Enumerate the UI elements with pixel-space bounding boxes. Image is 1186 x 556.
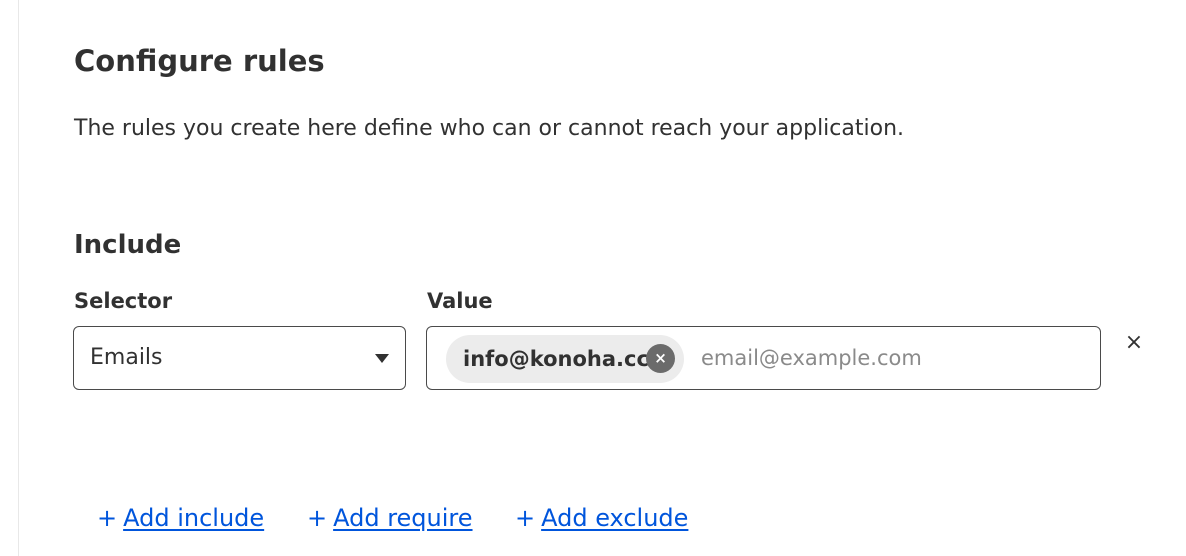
plus-icon: + <box>307 504 328 532</box>
page-title: Configure rules <box>74 44 325 78</box>
add-include-link[interactable]: + Add include <box>97 504 264 532</box>
add-include-label: Add include <box>123 504 265 532</box>
selector-label: Selector <box>74 289 173 313</box>
plus-icon: + <box>97 504 118 532</box>
value-label: Value <box>427 289 493 313</box>
add-require-label: Add require <box>333 504 473 532</box>
email-chip: info@konoha.cc × <box>446 335 684 383</box>
page-description: The rules you create here define who can… <box>74 116 905 141</box>
remove-rule-icon[interactable]: × <box>1124 330 1144 356</box>
value-multi-input[interactable]: info@konoha.cc × <box>426 326 1101 390</box>
selector-dropdown[interactable]: Emails <box>73 326 406 390</box>
selector-selected-value: Emails <box>90 345 163 370</box>
add-exclude-label: Add exclude <box>541 504 689 532</box>
caret-down-icon <box>375 354 389 363</box>
plus-icon: + <box>515 504 536 532</box>
add-require-link[interactable]: + Add require <box>307 504 473 532</box>
include-section-title: Include <box>74 230 182 260</box>
add-exclude-link[interactable]: + Add exclude <box>515 504 688 532</box>
email-chip-label: info@konoha.cc <box>463 347 649 371</box>
configure-rules-page: Configure rules The rules you create her… <box>0 0 1186 556</box>
chip-remove-icon[interactable]: × <box>646 344 675 373</box>
left-divider <box>18 0 19 556</box>
email-input[interactable] <box>701 341 1081 375</box>
